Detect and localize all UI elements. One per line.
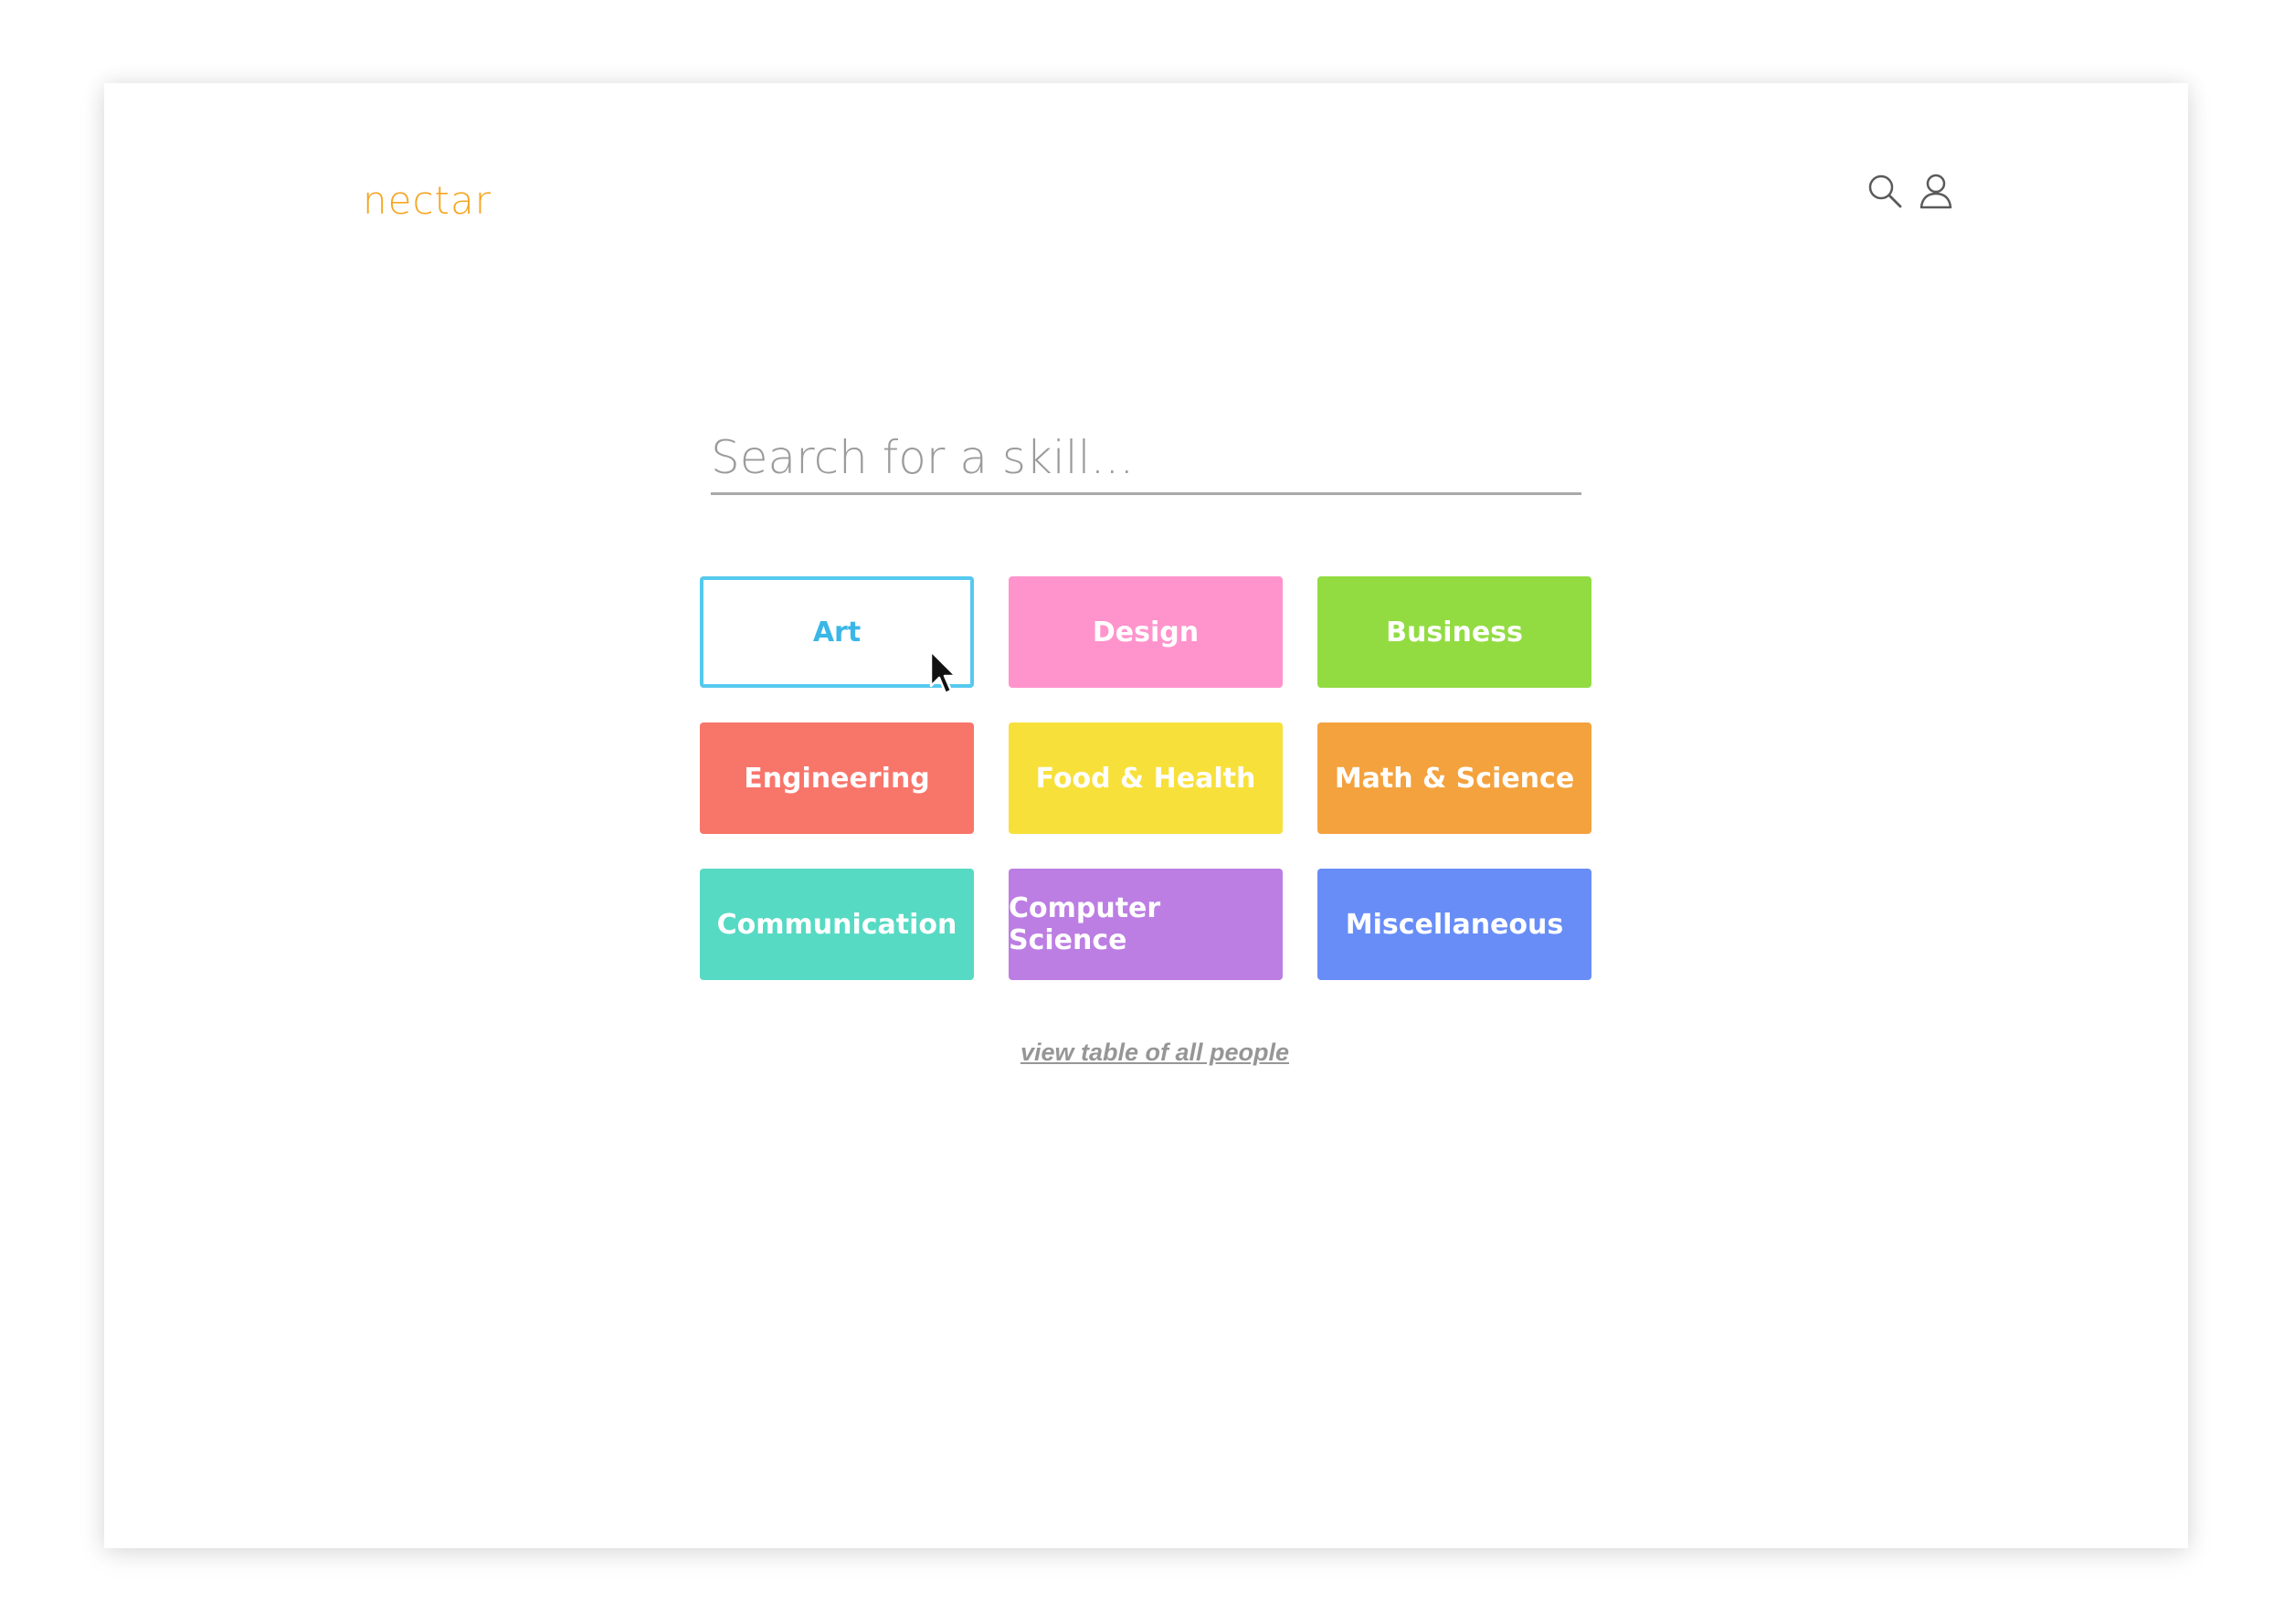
view-all-people-link[interactable]: view table of all people: [914, 1039, 1396, 1067]
search-input[interactable]: [711, 422, 1581, 495]
category-engineering[interactable]: Engineering: [700, 722, 974, 834]
category-math-science[interactable]: Math & Science: [1317, 722, 1591, 834]
category-computer-science[interactable]: Computer Science: [1009, 869, 1283, 980]
mouse-cursor-icon: [928, 649, 959, 697]
category-design[interactable]: Design: [1009, 576, 1283, 688]
category-business[interactable]: Business: [1317, 576, 1591, 688]
category-communication[interactable]: Communication: [700, 869, 974, 980]
app-logo[interactable]: nectar: [363, 175, 492, 227]
user-icon[interactable]: [1915, 170, 1957, 212]
search-icon[interactable]: [1864, 170, 1906, 212]
category-miscellaneous[interactable]: Miscellaneous: [1317, 869, 1591, 980]
category-food-health[interactable]: Food & Health: [1009, 722, 1283, 834]
